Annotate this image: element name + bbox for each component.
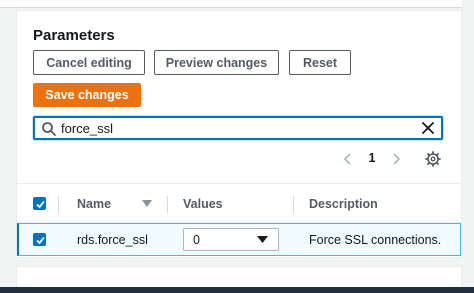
sort-down-icon[interactable] bbox=[142, 200, 152, 208]
check-icon bbox=[36, 200, 45, 209]
column-separator bbox=[58, 196, 59, 213]
panel-title: Parameters bbox=[33, 27, 115, 44]
column-separator bbox=[167, 196, 168, 213]
column-header-name[interactable]: Name bbox=[77, 197, 111, 211]
preview-changes-button[interactable]: Preview changes bbox=[154, 50, 279, 75]
column-header-values[interactable]: Values bbox=[183, 197, 223, 211]
search-box[interactable] bbox=[33, 116, 443, 140]
row-checkbox[interactable] bbox=[33, 233, 46, 246]
search-icon bbox=[42, 122, 56, 136]
page-background-left bbox=[0, 8, 16, 293]
column-header-description[interactable]: Description bbox=[309, 197, 378, 211]
close-icon[interactable] bbox=[421, 121, 435, 135]
page-background-right bbox=[462, 0, 474, 293]
parameter-description: Force SSL connections. bbox=[309, 233, 442, 247]
caret-down-icon bbox=[257, 236, 268, 243]
value-select[interactable]: 0 bbox=[183, 228, 279, 251]
reset-button[interactable]: Reset bbox=[289, 50, 351, 75]
page-number[interactable]: 1 bbox=[365, 151, 379, 165]
table-header: Name Values Description bbox=[17, 183, 461, 223]
search-input[interactable] bbox=[61, 119, 411, 138]
top-edge bbox=[0, 0, 474, 8]
check-icon bbox=[36, 236, 45, 245]
cancel-editing-button[interactable]: Cancel editing bbox=[33, 50, 145, 75]
select-all-checkbox[interactable] bbox=[33, 197, 46, 210]
table-row[interactable]: rds.force_ssl 0 Force SSL connections. bbox=[17, 223, 461, 256]
chevron-right-icon[interactable] bbox=[389, 152, 403, 166]
save-changes-button[interactable]: Save changes bbox=[33, 83, 141, 107]
parameter-name: rds.force_ssl bbox=[77, 233, 148, 247]
bottom-bar bbox=[0, 287, 474, 293]
gear-icon[interactable] bbox=[425, 151, 441, 167]
value-select-current: 0 bbox=[193, 233, 200, 247]
column-separator bbox=[293, 196, 294, 213]
chevron-left-icon[interactable] bbox=[341, 152, 355, 166]
parameters-panel: Parameters Cancel editing Preview change… bbox=[16, 10, 462, 258]
